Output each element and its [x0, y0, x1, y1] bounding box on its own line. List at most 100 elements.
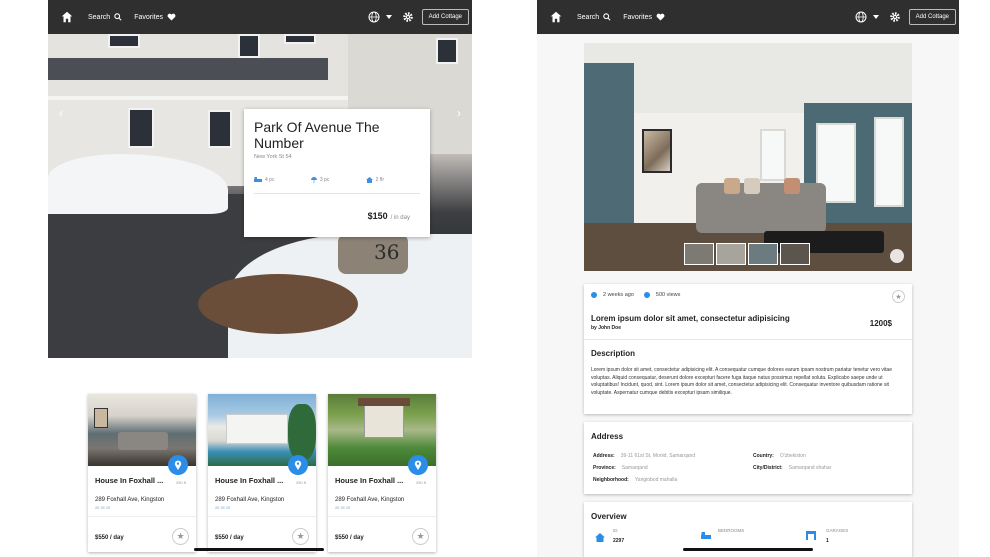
star-favorite-button[interactable]: ★ — [292, 528, 309, 545]
country-label: Country: — [753, 453, 774, 459]
hero-image-window — [284, 34, 316, 44]
carousel-next-arrow[interactable]: › — [457, 106, 461, 120]
gallery-thumbnail[interactable] — [684, 243, 714, 265]
listing-price: $550 / day — [215, 535, 244, 541]
shower-icon — [310, 177, 317, 183]
home-icon[interactable] — [549, 10, 563, 24]
nav-favorites[interactable]: Favorites — [623, 13, 665, 21]
chevron-down-icon[interactable] — [385, 15, 392, 19]
photo-gallery[interactable] — [584, 43, 912, 271]
hero-image-window — [436, 38, 458, 64]
gallery-image-window — [874, 117, 904, 207]
hero-image-window — [128, 108, 154, 148]
nav-search[interactable]: Search — [577, 13, 611, 21]
home-icon[interactable] — [60, 10, 74, 24]
nav-favorites-label: Favorites — [623, 13, 652, 21]
star-favorite-button[interactable]: ★ — [412, 528, 429, 545]
heart-icon — [167, 13, 176, 21]
listing-card[interactable]: House In Foxhall ... 250 ft 289 Foxhall … — [208, 394, 316, 552]
hero-image-roof — [48, 58, 328, 80]
gallery-image-pillow — [744, 178, 760, 194]
gallery-image-window — [760, 129, 786, 181]
home-indicator — [194, 548, 324, 551]
address-grid: Address: 39-11 61st St, Moriid, Samarqand… — [584, 441, 912, 483]
star-icon: ★ — [416, 531, 425, 541]
description-heading: Description — [591, 349, 636, 358]
listing-title[interactable]: House In Foxhall ... — [335, 476, 405, 485]
listing-info-panel: 2 weeks ago 500 views ★ Lorem ipsum dolo… — [584, 284, 912, 414]
listing-card[interactable]: House In Foxhall ... 250 ft 289 Foxhall … — [88, 394, 196, 552]
country-row: Country: O'zbekiston — [753, 453, 913, 459]
listing-title[interactable]: House In Foxhall ... — [215, 476, 285, 485]
view-count: 500 views — [655, 292, 681, 298]
featured-price-value: $150 — [367, 211, 388, 221]
star-favorite-button[interactable]: ★ — [892, 290, 905, 303]
gallery-thumbnail[interactable] — [780, 243, 810, 265]
listing-image-villa — [226, 414, 288, 444]
gear-icon[interactable] — [889, 11, 901, 23]
home-icon — [595, 533, 605, 542]
address-row: Address: 39-11 61st St, Moriid, Samarqand — [593, 453, 753, 459]
featured-listing-card[interactable]: Park Of Avenue The Number New York St 54… — [244, 109, 430, 237]
gallery-thumbnails — [684, 243, 810, 265]
listing-image-sofa — [118, 432, 168, 450]
globe-icon[interactable] — [855, 11, 867, 23]
description-text: Lorem ipsum dolor sit amet, consectetur … — [591, 367, 892, 396]
province-value: Samarqand — [621, 465, 648, 471]
overview-row: ID 2297 BEDROOMS GARAGES 1 — [584, 521, 912, 557]
globe-icon[interactable] — [368, 11, 380, 23]
gallery-thumbnail[interactable] — [716, 243, 746, 265]
nav-search[interactable]: Search — [88, 13, 122, 21]
home-indicator — [683, 548, 813, 551]
gallery-thumbnail[interactable] — [748, 243, 778, 265]
hero-carousel: 36 ‹ › Park Of Avenue The Number New Yor… — [48, 34, 472, 358]
gear-icon[interactable] — [402, 11, 414, 23]
nav-favorites-label: Favorites — [134, 13, 163, 21]
chevron-down-icon[interactable] — [872, 15, 879, 19]
featured-amenities: 4 pc 3 pc 2 flr — [254, 177, 420, 183]
gallery-image-pillow — [724, 178, 740, 194]
amenity-bedrooms: 4 pc — [254, 177, 274, 183]
listing-home-page: Search Favorites Add Cottage 36 ‹ › Park… — [48, 0, 472, 557]
featured-title: Park Of Avenue The Number — [254, 119, 380, 151]
map-pin-button[interactable] — [168, 455, 188, 475]
listing-address: 289 Foxhall Ave, Kingston — [335, 497, 405, 503]
bed-icon — [701, 532, 711, 539]
listing-card[interactable]: House In Foxhall ... 250 ft 289 Foxhall … — [328, 394, 436, 552]
search-icon — [114, 13, 122, 21]
listing-image-house — [364, 402, 404, 438]
nav-favorites[interactable]: Favorites — [134, 13, 176, 21]
listing-area: 250 ft — [415, 480, 426, 485]
listing-detail-page: Search Favorites Add Cottage 2 weeks ago… — [537, 0, 959, 557]
listing-area: 250 ft — [295, 480, 306, 485]
city-row: City/District: Samarqand shahar — [753, 465, 913, 471]
listing-amenity-icons: 2fl 2fl 2fl — [335, 505, 350, 510]
listing-address: 289 Foxhall Ave, Kingston — [95, 497, 165, 503]
search-icon — [603, 13, 611, 21]
carousel-prev-arrow[interactable]: ‹ — [59, 106, 63, 120]
neighborhood-value: Yangiobod mahalla — [634, 477, 678, 483]
listing-meta: 2 weeks ago 500 views — [584, 284, 912, 298]
star-favorite-button[interactable]: ★ — [172, 528, 189, 545]
star-icon: ★ — [176, 531, 185, 541]
heart-icon — [656, 13, 665, 21]
listing-image-painting — [94, 408, 108, 428]
listing-image-trees — [288, 404, 316, 460]
featured-price: $150/ in day — [368, 211, 410, 221]
map-pin-icon — [294, 460, 302, 470]
listing-price: $550 / day — [335, 535, 364, 541]
map-pin-button[interactable] — [408, 455, 428, 475]
divider — [254, 193, 420, 194]
neighborhood-row: Neighborhood: Yangiobod mahalla — [593, 477, 753, 483]
listing-price: 1200$ — [869, 319, 892, 328]
nav-search-label: Search — [88, 13, 111, 21]
map-pin-button[interactable] — [288, 455, 308, 475]
add-cottage-button[interactable]: Add Cottage — [421, 9, 469, 25]
fullscreen-icon[interactable] — [890, 249, 904, 263]
add-cottage-button[interactable]: Add Cottage — [908, 9, 956, 25]
listing-title[interactable]: House In Foxhall ... — [95, 476, 165, 485]
top-navbar: Search Favorites Add Cottage — [537, 0, 959, 34]
map-pin-icon — [174, 460, 182, 470]
map-pin-icon — [414, 460, 422, 470]
overview-id-label: ID — [613, 528, 618, 533]
